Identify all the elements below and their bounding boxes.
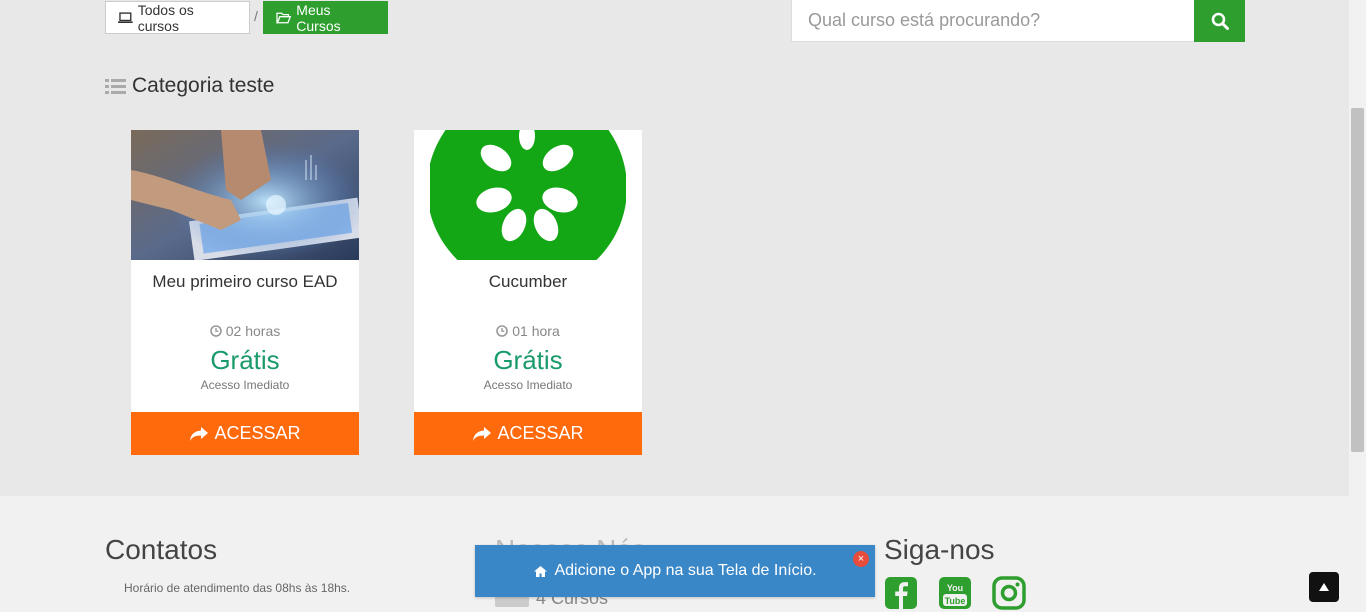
svg-text:You: You [947, 583, 963, 593]
breadcrumb-all-courses[interactable]: Todos os cursos [105, 1, 250, 34]
course-duration-text: 01 hora [512, 323, 560, 339]
course-title: Cucumber [488, 272, 568, 291]
youtube-icon[interactable]: You Tube [938, 576, 972, 610]
course-title: Meu primeiro curso EAD [152, 272, 338, 291]
course-access: Acesso Imediato [483, 378, 573, 392]
course-duration: 02 horas [131, 323, 359, 339]
access-course-label: ACESSAR [214, 423, 301, 443]
banner-text: Adicione o App na sua Tela de Início. [554, 562, 817, 579]
course-image [131, 130, 359, 260]
breadcrumb-my-courses-label: Meus Cursos [296, 1, 341, 34]
clock-icon [496, 325, 509, 337]
clock-icon [209, 325, 222, 337]
share-icon [190, 426, 209, 441]
course-card: Meu primeiro curso EAD 02 horas Grátis A… [131, 130, 359, 455]
access-course-button[interactable]: ACESSAR [414, 412, 642, 455]
close-icon[interactable]: × [853, 551, 869, 567]
access-course-button[interactable]: ACESSAR [131, 412, 359, 455]
course-price: Grátis [493, 345, 563, 375]
category-title: Categoria teste [132, 74, 275, 97]
breadcrumb-my-courses[interactable]: Meus Cursos [263, 1, 388, 34]
course-duration: 01 hora [414, 323, 642, 339]
course-image [414, 130, 642, 260]
access-course-label: ACESSAR [497, 423, 584, 443]
course-access: Acesso Imediato [200, 378, 290, 392]
course-duration-text: 02 horas [225, 323, 281, 339]
svg-text:Tube: Tube [945, 596, 966, 606]
add-to-home-banner[interactable]: Adicione o App na sua Tela de Início. [475, 545, 875, 597]
laptop-icon [118, 11, 133, 23]
folder-open-icon [276, 12, 292, 23]
footer-follow-title: Siga-nos [884, 534, 995, 565]
home-icon [534, 565, 548, 577]
scrollbar-thumb[interactable] [1351, 108, 1364, 452]
main-content: Todos os cursos / Meus Cursos Categoria … [0, 0, 1349, 496]
course-price: Grátis [210, 345, 280, 375]
instagram-icon[interactable] [992, 576, 1026, 610]
footer-contacts-title: Contatos [105, 534, 218, 565]
category-heading: Categoria teste [105, 74, 274, 98]
facebook-icon[interactable] [884, 576, 918, 610]
search-input[interactable] [792, 0, 1194, 41]
search-button[interactable] [1194, 0, 1245, 42]
search-box [791, 0, 1195, 42]
course-card: Cucumber 01 hora Grátis Acesso Imediato … [414, 130, 642, 455]
breadcrumb-all-courses-label: Todos os cursos [137, 1, 194, 34]
breadcrumb-separator: / [254, 8, 258, 24]
share-icon [473, 426, 492, 441]
search-icon [1211, 12, 1229, 30]
scrollbar[interactable] [1349, 0, 1366, 612]
list-icon [105, 78, 126, 94]
footer-hours: Horário de atendimento das 08hs às 18hs. [124, 581, 351, 595]
scroll-to-top-button[interactable] [1309, 572, 1339, 602]
arrow-up-icon [1319, 583, 1329, 591]
